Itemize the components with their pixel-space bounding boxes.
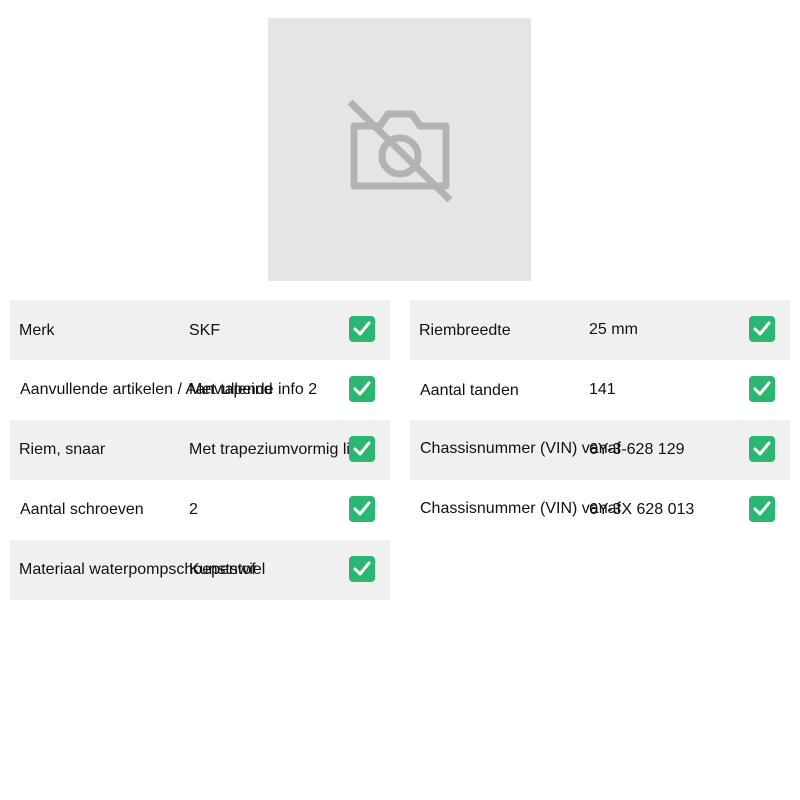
check-mark-icon <box>349 436 375 462</box>
spec-value: Kunststof <box>189 561 256 578</box>
spec-label: Merk <box>19 322 55 339</box>
spec-row: Merk SKF <box>10 300 390 360</box>
check-mark-icon <box>749 316 775 342</box>
check-mark-icon <box>749 376 775 402</box>
spec-row: Materiaal waterpompschoepenwiel Kunststo… <box>10 540 390 600</box>
check-mark-icon <box>349 316 375 342</box>
check-mark-icon <box>749 436 775 462</box>
camera-off-icon <box>347 99 453 203</box>
specs-table-right: Riembreedte 25 mm Aantal tanden 141 Chas… <box>410 300 790 540</box>
check-mark-icon <box>349 556 375 582</box>
spec-label: Riembreedte <box>419 322 511 339</box>
spec-label: Aantal tanden <box>420 382 519 399</box>
product-image-placeholder <box>268 18 531 281</box>
spec-label: Aantal schroeven <box>20 501 144 518</box>
check-mark-icon <box>349 376 375 402</box>
spec-row: Riem, snaar Met trapeziumvormig lind <box>10 420 390 480</box>
check-mark-icon <box>349 496 375 522</box>
spec-value: Met trapeziumvormig lind <box>189 441 368 458</box>
spec-row: Aantal schroeven 2 <box>10 480 390 540</box>
spec-value: 141 <box>589 381 616 398</box>
specs-table-left: Merk SKF Aanvullende artikelen / Aanvull… <box>10 300 390 600</box>
check-mark-icon <box>749 496 775 522</box>
spec-value: 2 <box>189 501 198 518</box>
spec-value: SKF <box>189 322 221 339</box>
spec-value: 25 mm <box>589 321 638 338</box>
spec-row: Aanvullende artikelen / Aanvullende info… <box>10 360 390 420</box>
spec-row: Riembreedte 25 mm <box>410 300 790 360</box>
spec-label: Riem, snaar <box>19 441 106 458</box>
spec-value: 6Y-3X 628 013 <box>589 501 695 518</box>
spec-row: Aantal tanden 141 <box>410 360 790 420</box>
spec-value: Met tapeind <box>189 381 273 398</box>
spec-value: 6Y-3-628 129 <box>589 441 685 458</box>
spec-row: Chassisnummer (VIN) vanaf 6Y-3-628 129 <box>410 420 790 480</box>
spec-row: Chassisnummer (VIN) vanaf 6Y-3X 628 013 <box>410 480 790 540</box>
